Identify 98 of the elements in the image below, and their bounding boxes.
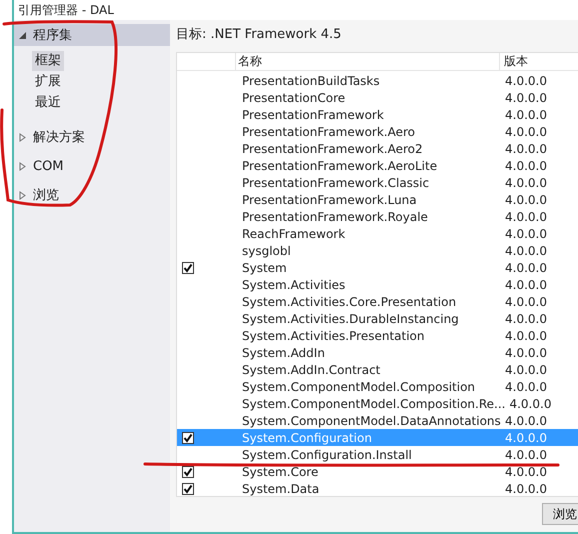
sidebar-subitem[interactable]: 扩展 bbox=[32, 72, 64, 92]
version-cell-text: 4.0.0.0 bbox=[504, 176, 548, 190]
table-row[interactable]: System.AddIn 4.0.0.0 bbox=[177, 344, 578, 361]
table-row[interactable]: System.ComponentModel.Composition 4.0.0.0 bbox=[177, 378, 578, 395]
table-row[interactable]: System.ComponentModel.Composition.Re... 4.0.0.0 bbox=[177, 395, 578, 412]
version-cell-text: 4.0.0.0 bbox=[504, 414, 548, 428]
table-row[interactable]: PresentationFramework.Royale 4.0.0.0 bbox=[177, 208, 578, 225]
table-row[interactable]: System.Configuration.Install 4.0.0.0 bbox=[177, 446, 578, 463]
window-title: 引用管理器 - DAL bbox=[14, 0, 578, 20]
target-label: 目标: .NET Framework 4.5 bbox=[176, 26, 342, 44]
assembly-name: System.Activities bbox=[241, 278, 346, 292]
version-cell-text: 4.0.0.0 bbox=[504, 448, 548, 462]
checkbox[interactable] bbox=[182, 466, 194, 478]
assembly-name: PresentationFramework bbox=[241, 108, 385, 122]
version-cell-text: 4.0.0.0 bbox=[504, 90, 548, 104]
assembly-name: System.Configuration bbox=[241, 430, 373, 444]
version-cell-text: 4.0.0.0 bbox=[504, 482, 548, 496]
assembly-name: System.Core bbox=[241, 464, 320, 478]
assembly-name: PresentationBuildTasks bbox=[241, 74, 381, 88]
assembly-name: System.AddIn bbox=[241, 346, 326, 360]
assembly-name: System.Data bbox=[241, 482, 320, 496]
version-cell-text: 4.0.0.0 bbox=[504, 210, 548, 224]
version-cell-text: 4.0.0.0 bbox=[504, 260, 548, 274]
assembly-name: PresentationFramework.Classic bbox=[241, 176, 430, 190]
table-row[interactable]: System.AddIn.Contract 4.0.0.0 bbox=[177, 361, 578, 378]
sidebar-item[interactable]: 解决方案 bbox=[14, 126, 170, 148]
table-row[interactable]: PresentationFramework.Luna 4.0.0.0 bbox=[177, 191, 578, 208]
table-row[interactable]: PresentationFramework.AeroLite 4.0.0.0 bbox=[177, 157, 578, 174]
table-row[interactable]: PresentationFramework.Classic 4.0.0.0 bbox=[177, 174, 578, 191]
expand-arrow-icon[interactable] bbox=[18, 132, 27, 142]
sidebar-subitem[interactable]: 框架 bbox=[32, 51, 64, 71]
table-row[interactable]: PresentationFramework.Aero 4.0.0.0 bbox=[177, 123, 578, 140]
assembly-name: ReachFramework bbox=[241, 226, 346, 240]
sidebar-item[interactable]: 程序集 bbox=[14, 24, 170, 46]
table-row[interactable]: PresentationBuildTasks 4.0.0.0 bbox=[177, 72, 578, 89]
table-row[interactable]: System.Core 4.0.0.0 bbox=[177, 463, 578, 480]
version-cell-text: 4.0.0.0 bbox=[504, 142, 548, 156]
assembly-name: System.Activities.Core.Presentation bbox=[241, 294, 458, 308]
table-row[interactable]: System.Activities.Core.Presentation 4.0.0.0 bbox=[177, 293, 578, 310]
assembly-name: System.Activities.DurableInstancing bbox=[241, 312, 460, 326]
version-cell-text: 4.0.0.0 bbox=[504, 108, 548, 122]
version-cell-text: 4.0.0.0 bbox=[504, 430, 548, 444]
sidebar-label: 浏览 bbox=[33, 187, 59, 204]
expand-arrow-icon[interactable] bbox=[18, 190, 27, 200]
version-cell-text: 4.0.0.0 bbox=[504, 380, 548, 394]
assembly-name: System.AddIn.Contract bbox=[241, 362, 382, 376]
assembly-name: System.Configuration.Install bbox=[241, 448, 413, 462]
assembly-name: PresentationFramework.Luna bbox=[241, 192, 418, 206]
table-row[interactable]: PresentationCore 4.0.0.0 bbox=[177, 89, 578, 106]
sidebar-label: 解决方案 bbox=[33, 129, 85, 146]
assembly-name: System bbox=[241, 260, 288, 274]
table-row[interactable]: PresentationFramework 4.0.0.0 bbox=[177, 106, 578, 123]
assembly-name: PresentationFramework.Aero bbox=[241, 124, 416, 138]
table-row[interactable]: System.ComponentModel.DataAnnotations 4.0.0.0 bbox=[177, 412, 578, 429]
version-cell-text: 4.0.0.0 bbox=[504, 158, 548, 172]
version-cell-text: 4.0.0.0 bbox=[504, 464, 548, 478]
version-cell-text: 4.0.0.0 bbox=[504, 226, 548, 240]
version-cell-text: 4.0.0.0 bbox=[504, 192, 548, 206]
column-header[interactable]: 版本 bbox=[500, 53, 578, 70]
sidebar-item[interactable]: 浏览 bbox=[14, 184, 170, 206]
table-row[interactable]: System.Activities.DurableInstancing 4.0.0.0 bbox=[177, 310, 578, 327]
checkbox[interactable] bbox=[182, 432, 194, 444]
assembly-name: sysglobl bbox=[241, 244, 292, 258]
checkbox[interactable] bbox=[182, 482, 194, 494]
version-cell-text: 4.0.0.0 bbox=[504, 294, 548, 308]
table-row[interactable]: System.Data 4.0.0.0 bbox=[177, 480, 578, 496]
version-cell-text: 4.0.0.0 bbox=[504, 346, 548, 360]
sidebar-label: 程序集 bbox=[33, 27, 72, 44]
assembly-name: System.ComponentModel.Composition.Re... bbox=[241, 396, 506, 410]
assembly-name: PresentationFramework.Aero2 bbox=[241, 142, 424, 156]
version-cell-text: 4.0.0.0 bbox=[508, 396, 552, 410]
assembly-name: PresentationFramework.Royale bbox=[241, 210, 429, 224]
version-cell-text: 4.0.0.0 bbox=[504, 74, 548, 88]
version-cell-text: 4.0.0.0 bbox=[504, 328, 548, 342]
table-row[interactable]: System.Activities.Presentation 4.0.0.0 bbox=[177, 327, 578, 344]
version-cell-text: 4.0.0.0 bbox=[504, 312, 548, 326]
assembly-name: PresentationFramework.AeroLite bbox=[241, 158, 438, 172]
table-row[interactable]: PresentationFramework.Aero2 4.0.0.0 bbox=[177, 140, 578, 157]
browse-button[interactable]: 浏览 bbox=[542, 503, 578, 525]
expand-arrow-icon[interactable] bbox=[18, 162, 27, 170]
table-row[interactable]: sysglobl 4.0.0.0 bbox=[177, 242, 578, 259]
version-cell-text: 4.0.0.0 bbox=[504, 362, 548, 376]
table-row[interactable]: System 4.0.0.0 bbox=[177, 259, 578, 276]
assembly-name: System.ComponentModel.DataAnnotations bbox=[241, 414, 501, 428]
assembly-name: System.ComponentModel.Composition bbox=[241, 380, 476, 394]
sidebar-subitem[interactable]: 最近 bbox=[32, 93, 64, 113]
collapse-arrow-icon[interactable] bbox=[18, 30, 27, 40]
version-cell-text: 4.0.0.0 bbox=[504, 278, 548, 292]
assembly-name: PresentationCore bbox=[241, 90, 346, 104]
checkbox[interactable] bbox=[182, 262, 194, 274]
sidebar-item[interactable]: COM bbox=[14, 155, 170, 177]
column-header[interactable]: 名称 bbox=[236, 53, 500, 70]
version-cell-text: 4.0.0.0 bbox=[504, 124, 548, 138]
version-cell-text: 4.0.0.0 bbox=[504, 244, 548, 258]
table-row[interactable]: ReachFramework 4.0.0.0 bbox=[177, 225, 578, 242]
table-row[interactable]: System.Activities 4.0.0.0 bbox=[177, 276, 578, 293]
sidebar-label: COM bbox=[33, 158, 64, 174]
assembly-name: System.Activities.Presentation bbox=[241, 328, 426, 342]
